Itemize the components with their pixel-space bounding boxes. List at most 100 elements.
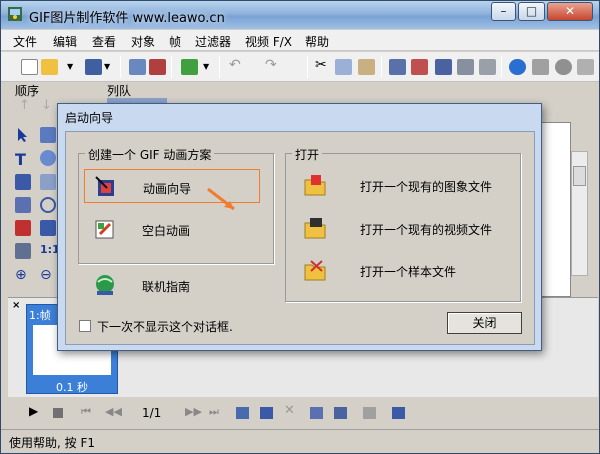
close-dialog-button[interactable]: 关闭 <box>447 312 522 334</box>
frame-counter: 1/1 <box>142 406 162 420</box>
toolbar-separator <box>307 56 308 78</box>
delete-frame-icon[interactable]: ✕ <box>284 403 297 418</box>
menu-help[interactable]: 帮助 <box>305 33 329 50</box>
scrollbar-thumb[interactable] <box>573 166 586 186</box>
app-icon <box>8 7 22 21</box>
pointer-icon[interactable] <box>15 127 31 143</box>
toolbar-separator <box>171 56 172 78</box>
blank-animation-option[interactable]: 空白动画 <box>84 212 260 246</box>
cut-icon[interactable]: ✂ <box>315 57 332 73</box>
frame-icon[interactable] <box>389 59 406 75</box>
next-frame-icon[interactable]: ▶▶ <box>185 405 202 418</box>
toolbar: ▼ ▼ ▼ ↶ ↷ ✂ <box>1 52 599 82</box>
online-guide-icon <box>96 275 114 295</box>
ellipse-icon[interactable] <box>40 197 56 213</box>
open-image-label: 打开一个现有的图象文件 <box>360 180 493 194</box>
zoom-out-icon[interactable]: ⊖ <box>40 267 56 283</box>
window-title: GIF图片制作软件 www.leawo.cn <box>29 11 225 26</box>
resize-icon[interactable] <box>435 59 452 75</box>
online-guide-option[interactable]: 联机指南 <box>84 268 260 302</box>
copy-icon[interactable] <box>335 59 352 75</box>
title-bar[interactable]: GIF图片制作软件 www.leawo.cn – □ ✕ <box>1 1 599 29</box>
actual-size-icon[interactable]: 1:1 <box>40 243 60 259</box>
menu-edit[interactable]: 编辑 <box>53 33 77 50</box>
toolbar-separator <box>501 56 502 78</box>
export-icon[interactable] <box>149 59 166 75</box>
zoom-in-icon[interactable]: ⊕ <box>15 267 31 283</box>
eraser-icon[interactable] <box>15 197 31 213</box>
tool-palette: T 1:1 ⊕ ⊖ <box>8 122 60 297</box>
status-bar: 使用帮助, 按 F1 <box>1 429 599 453</box>
menu-file[interactable]: 文件 <box>13 33 37 50</box>
order-label: 顺序 <box>15 84 40 98</box>
target-icon[interactable] <box>40 150 56 166</box>
menu-object[interactable]: 对象 <box>131 33 155 50</box>
brush-icon[interactable] <box>15 174 31 190</box>
open-sample-option[interactable]: 打开一个样本文件 <box>294 253 514 287</box>
import-icon[interactable] <box>129 59 146 75</box>
chevron-down-icon[interactable]: ▼ <box>203 62 212 78</box>
down-arrow-icon[interactable]: ↓ <box>41 98 52 113</box>
open-image-option[interactable]: 打开一个现有的图象文件 <box>294 168 514 202</box>
minimize-button[interactable]: – <box>491 2 516 21</box>
merge-icon[interactable] <box>392 407 405 419</box>
stop-icon[interactable] <box>53 408 63 418</box>
list-label: 列队 <box>107 84 132 98</box>
last-frame-icon[interactable]: ⏭ <box>209 405 222 418</box>
blank-animation-icon <box>95 220 114 239</box>
folder-video-icon <box>304 218 326 239</box>
eyedropper-icon[interactable] <box>15 243 31 259</box>
panel-close-icon[interactable]: × <box>12 300 20 311</box>
redo-icon[interactable]: ↷ <box>265 57 282 73</box>
split-icon[interactable] <box>363 407 376 419</box>
open-icon[interactable] <box>41 59 58 75</box>
menu-frame[interactable]: 帧 <box>169 33 181 50</box>
open-video-label: 打开一个现有的视频文件 <box>360 223 493 237</box>
up-arrow-icon[interactable]: ↑ <box>19 98 30 113</box>
undo-icon[interactable]: ↶ <box>229 57 246 73</box>
properties-icon[interactable] <box>334 407 347 419</box>
browser-icon[interactable] <box>509 59 526 75</box>
open-group-label: 打开 <box>292 146 323 163</box>
toolbar-separator <box>120 56 121 78</box>
chevron-down-icon[interactable]: ▼ <box>67 62 76 78</box>
preview-icon[interactable] <box>555 59 572 75</box>
first-frame-icon[interactable]: ⏮ <box>81 405 94 418</box>
open-video-option[interactable]: 打开一个现有的视频文件 <box>294 211 514 245</box>
save-icon[interactable] <box>85 59 102 75</box>
picture-icon[interactable] <box>181 59 198 75</box>
select-icon[interactable] <box>40 127 56 143</box>
maximize-button[interactable]: □ <box>518 2 545 21</box>
vertical-scrollbar[interactable] <box>571 151 588 276</box>
rotate-icon[interactable] <box>479 59 496 75</box>
crop-icon[interactable] <box>457 59 474 75</box>
status-text: 使用帮助, 按 F1 <box>9 436 95 450</box>
prev-frame-icon[interactable]: ◀◀ <box>105 405 122 418</box>
menu-view[interactable]: 查看 <box>92 33 116 50</box>
play-icon[interactable]: ▶ <box>29 404 42 418</box>
open-sample-label: 打开一个样本文件 <box>360 265 457 279</box>
arrow-pointer-icon <box>207 187 235 211</box>
paste-icon[interactable] <box>358 59 375 75</box>
chevron-down-icon[interactable]: ▼ <box>104 62 113 78</box>
grid-icon[interactable] <box>40 220 56 236</box>
no-show-again-label: 下一次不显示这个对话框. <box>97 320 233 334</box>
menu-video-fx[interactable]: 视频 F/X <box>245 33 292 50</box>
optimize-icon[interactable] <box>532 59 549 75</box>
video-icon[interactable] <box>411 59 428 75</box>
create-group-label: 创建一个 GIF 动画方案 <box>85 146 215 163</box>
no-show-again-checkbox[interactable] <box>79 320 91 332</box>
tween-icon[interactable] <box>310 407 323 419</box>
more-icon[interactable] <box>577 59 594 75</box>
fill-icon[interactable] <box>15 220 31 236</box>
close-button[interactable]: ✕ <box>547 2 593 21</box>
insert-frame-icon[interactable] <box>236 407 249 419</box>
new-icon[interactable] <box>21 59 38 75</box>
duplicate-frame-icon[interactable] <box>260 407 273 419</box>
blank-animation-label: 空白动画 <box>142 224 191 238</box>
text-icon[interactable]: T <box>15 150 31 169</box>
menu-filter[interactable]: 过滤器 <box>195 33 231 50</box>
folder-image-icon <box>304 175 326 196</box>
folder-sample-icon <box>304 260 326 281</box>
lasso-icon[interactable] <box>40 174 56 190</box>
